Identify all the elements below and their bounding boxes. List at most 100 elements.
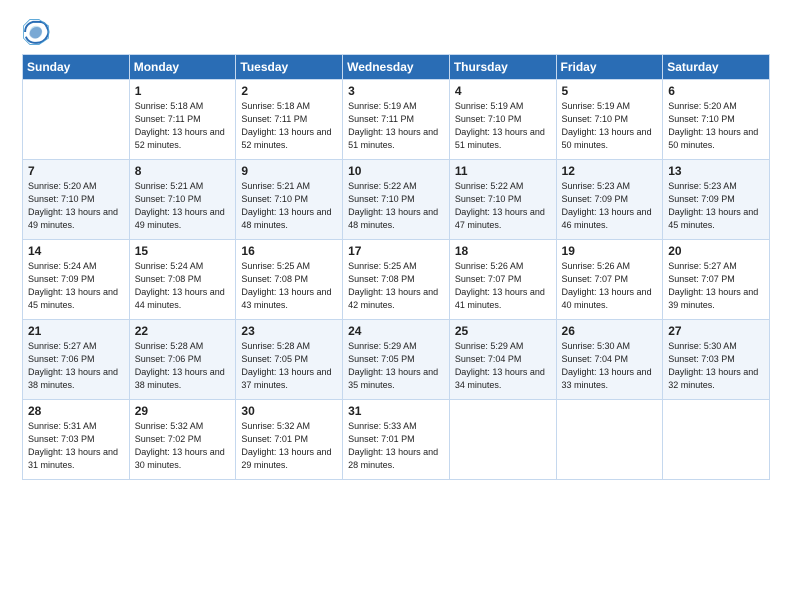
cell-info: Sunrise: 5:19 AM Sunset: 7:10 PM Dayligh… [455,100,552,152]
calendar-cell: 22 Sunrise: 5:28 AM Sunset: 7:06 PM Dayli… [129,320,236,400]
calendar-cell: 10 Sunrise: 5:22 AM Sunset: 7:10 PM Dayli… [343,160,450,240]
day-number: 24 [348,324,445,338]
cell-info: Sunrise: 5:24 AM Sunset: 7:09 PM Dayligh… [28,260,125,312]
calendar-cell: 9 Sunrise: 5:21 AM Sunset: 7:10 PM Daylig… [236,160,343,240]
day-number: 1 [135,84,232,98]
cell-info: Sunrise: 5:28 AM Sunset: 7:06 PM Dayligh… [135,340,232,392]
calendar-cell: 12Sunrise: 5:23 AM Sunset: 7:09 PM Dayli… [556,160,663,240]
weekday-header: Tuesday [236,55,343,80]
day-number: 7 [28,164,125,178]
calendar-cell: 21 Sunrise: 5:27 AM Sunset: 7:06 PM Dayli… [23,320,130,400]
day-number: 3 [348,84,445,98]
day-number: 2 [241,84,338,98]
cell-info: Sunrise: 5:30 AM Sunset: 7:03 PM Dayligh… [668,340,765,392]
calendar-cell: 5 Sunrise: 5:19 AM Sunset: 7:10 PM Daylig… [556,80,663,160]
cell-info: Sunrise: 5:28 AM Sunset: 7:05 PM Dayligh… [241,340,338,392]
page: SundayMondayTuesdayWednesdayThursdayFrid… [0,0,792,490]
day-number: 14 [28,244,125,258]
cell-info: Sunrise: 5:22 AM Sunset: 7:10 PM Dayligh… [455,180,552,232]
cell-info: Sunrise: 5:27 AM Sunset: 7:06 PM Dayligh… [28,340,125,392]
calendar-cell: 4 Sunrise: 5:19 AM Sunset: 7:10 PM Daylig… [449,80,556,160]
cell-info: Sunrise: 5:32 AM Sunset: 7:01 PM Dayligh… [241,420,338,472]
calendar-week-row: 7 Sunrise: 5:20 AM Sunset: 7:10 PM Daylig… [23,160,770,240]
day-number: 31 [348,404,445,418]
calendar-cell: 18 Sunrise: 5:26 AM Sunset: 7:07 PM Dayli… [449,240,556,320]
calendar-week-row: 28 Sunrise: 5:31 AM Sunset: 7:03 PM Dayli… [23,400,770,480]
calendar-cell: 19Sunrise: 5:26 AM Sunset: 7:07 PM Dayli… [556,240,663,320]
day-number: 27 [668,324,765,338]
calendar-table: SundayMondayTuesdayWednesdayThursdayFrid… [22,54,770,480]
cell-info: Sunrise: 5:31 AM Sunset: 7:03 PM Dayligh… [28,420,125,472]
cell-info: Sunrise: 5:29 AM Sunset: 7:04 PM Dayligh… [455,340,552,392]
calendar-cell: 28 Sunrise: 5:31 AM Sunset: 7:03 PM Dayli… [23,400,130,480]
calendar-cell [556,400,663,480]
day-number: 13 [668,164,765,178]
day-number: 10 [348,164,445,178]
day-number: 9 [241,164,338,178]
calendar-cell: 24 Sunrise: 5:29 AM Sunset: 7:05 PM Dayli… [343,320,450,400]
calendar-cell: 15Sunrise: 5:24 AM Sunset: 7:08 PM Dayli… [129,240,236,320]
calendar-week-row: 21 Sunrise: 5:27 AM Sunset: 7:06 PM Dayli… [23,320,770,400]
cell-info: Sunrise: 5:26 AM Sunset: 7:07 PM Dayligh… [455,260,552,312]
day-number: 8 [135,164,232,178]
calendar-cell: 7 Sunrise: 5:20 AM Sunset: 7:10 PM Daylig… [23,160,130,240]
day-number: 16 [241,244,338,258]
cell-info: Sunrise: 5:21 AM Sunset: 7:10 PM Dayligh… [241,180,338,232]
weekday-header: Wednesday [343,55,450,80]
calendar-week-row: 14 Sunrise: 5:24 AM Sunset: 7:09 PM Dayli… [23,240,770,320]
day-number: 5 [562,84,659,98]
cell-info: Sunrise: 5:32 AM Sunset: 7:02 PM Dayligh… [135,420,232,472]
calendar-cell: 31 Sunrise: 5:33 AM Sunset: 7:01 PM Dayli… [343,400,450,480]
day-number: 12 [562,164,659,178]
calendar-cell: 14 Sunrise: 5:24 AM Sunset: 7:09 PM Dayli… [23,240,130,320]
calendar-cell: 1Sunrise: 5:18 AM Sunset: 7:11 PM Daylig… [129,80,236,160]
calendar-cell [449,400,556,480]
calendar-cell: 3 Sunrise: 5:19 AM Sunset: 7:11 PM Daylig… [343,80,450,160]
day-number: 6 [668,84,765,98]
weekday-header: Friday [556,55,663,80]
day-number: 4 [455,84,552,98]
calendar-cell: 29 Sunrise: 5:32 AM Sunset: 7:02 PM Dayli… [129,400,236,480]
calendar-cell: 26 Sunrise: 5:30 AM Sunset: 7:04 PM Dayli… [556,320,663,400]
cell-info: Sunrise: 5:26 AM Sunset: 7:07 PM Dayligh… [562,260,659,312]
cell-info: Sunrise: 5:30 AM Sunset: 7:04 PM Dayligh… [562,340,659,392]
day-number: 30 [241,404,338,418]
calendar-cell: 25 Sunrise: 5:29 AM Sunset: 7:04 PM Dayli… [449,320,556,400]
header [22,18,770,46]
day-number: 25 [455,324,552,338]
calendar-cell: 11Sunrise: 5:22 AM Sunset: 7:10 PM Dayli… [449,160,556,240]
calendar-cell: 27 Sunrise: 5:30 AM Sunset: 7:03 PM Dayli… [663,320,770,400]
day-number: 17 [348,244,445,258]
day-number: 21 [28,324,125,338]
calendar-cell: 13 Sunrise: 5:23 AM Sunset: 7:09 PM Dayli… [663,160,770,240]
cell-info: Sunrise: 5:33 AM Sunset: 7:01 PM Dayligh… [348,420,445,472]
cell-info: Sunrise: 5:20 AM Sunset: 7:10 PM Dayligh… [668,100,765,152]
calendar-cell: 2 Sunrise: 5:18 AM Sunset: 7:11 PM Daylig… [236,80,343,160]
cell-info: Sunrise: 5:19 AM Sunset: 7:11 PM Dayligh… [348,100,445,152]
weekday-header: Thursday [449,55,556,80]
day-number: 15 [135,244,232,258]
day-number: 20 [668,244,765,258]
weekday-header: Sunday [23,55,130,80]
logo-icon [22,18,50,46]
day-number: 28 [28,404,125,418]
cell-info: Sunrise: 5:23 AM Sunset: 7:09 PM Dayligh… [668,180,765,232]
cell-info: Sunrise: 5:27 AM Sunset: 7:07 PM Dayligh… [668,260,765,312]
cell-info: Sunrise: 5:22 AM Sunset: 7:10 PM Dayligh… [348,180,445,232]
day-number: 29 [135,404,232,418]
day-number: 23 [241,324,338,338]
weekday-header: Saturday [663,55,770,80]
day-number: 18 [455,244,552,258]
day-number: 26 [562,324,659,338]
weekday-header-row: SundayMondayTuesdayWednesdayThursdayFrid… [23,55,770,80]
cell-info: Sunrise: 5:29 AM Sunset: 7:05 PM Dayligh… [348,340,445,392]
cell-info: Sunrise: 5:18 AM Sunset: 7:11 PM Dayligh… [241,100,338,152]
calendar-cell: 30 Sunrise: 5:32 AM Sunset: 7:01 PM Dayli… [236,400,343,480]
cell-info: Sunrise: 5:21 AM Sunset: 7:10 PM Dayligh… [135,180,232,232]
weekday-header: Monday [129,55,236,80]
cell-info: Sunrise: 5:19 AM Sunset: 7:10 PM Dayligh… [562,100,659,152]
calendar-cell: 16Sunrise: 5:25 AM Sunset: 7:08 PM Dayli… [236,240,343,320]
cell-info: Sunrise: 5:20 AM Sunset: 7:10 PM Dayligh… [28,180,125,232]
calendar-cell: 20 Sunrise: 5:27 AM Sunset: 7:07 PM Dayli… [663,240,770,320]
day-number: 22 [135,324,232,338]
